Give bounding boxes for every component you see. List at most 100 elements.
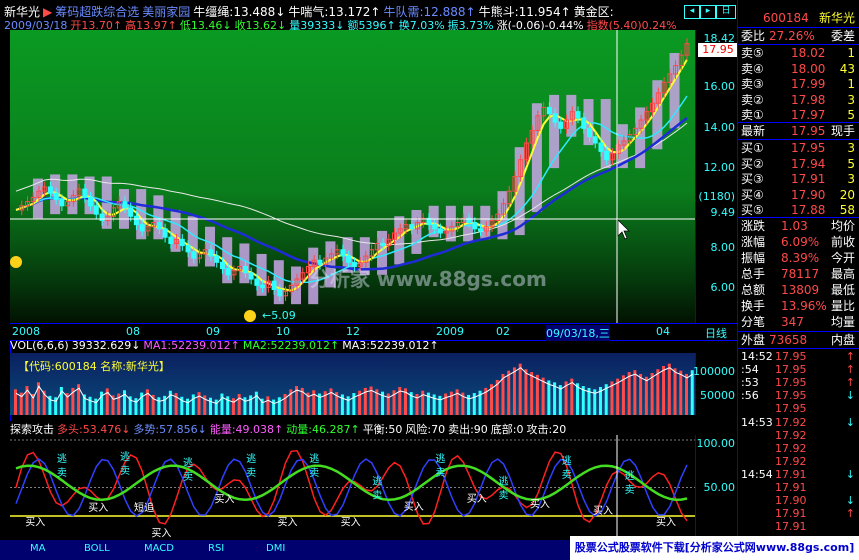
chart-info-bar: 新华光 ▶ 筹码超跌综合选 美丽家园 牛缰绳:13.488↓ 牛喘气:13.172↑ 牛队需… (0, 0, 737, 32)
stat-row: 总额 13809 最低 (741, 282, 857, 298)
candle-body (478, 228, 484, 232)
ma-line-yellow (15, 59, 688, 292)
candle-body (99, 213, 105, 221)
chart-watermark: 分析家 www.88gs.com (310, 267, 547, 291)
bid-level-label: 买② (741, 156, 764, 171)
stat-value: 78117 (781, 267, 820, 281)
volume-bar (237, 394, 241, 415)
sell-signal: 卖 (372, 489, 382, 501)
tab-ma[interactable]: MA (30, 543, 45, 554)
stat-label: 总额 (741, 283, 766, 297)
stat-label: 振幅 (741, 251, 766, 265)
ask-level-label: 卖③ (741, 77, 764, 91)
volume-header-item: MA1:52239.012↑ (143, 339, 240, 352)
crosshair-price: 9.49 (710, 206, 736, 219)
stat-right-label: 最高 (830, 267, 855, 281)
date-tick: 12 (346, 325, 360, 338)
volume-bar (438, 395, 442, 415)
candle-body (587, 127, 593, 138)
tick-trade-row: 17.91 (741, 519, 857, 534)
scroll-left-icon[interactable]: ◂ (684, 5, 700, 19)
indicator-tick: 50.00 (703, 481, 736, 494)
ask-level-label: 卖⑤ (741, 46, 764, 60)
last-label: 最新 (741, 124, 766, 138)
stat-value: 1.03 (781, 219, 808, 233)
price-chart[interactable]: ←5.09 分析家 www.88gs.com (10, 30, 695, 323)
candle-body (214, 255, 220, 263)
candle-body (260, 284, 266, 288)
volume-bar (186, 398, 190, 415)
stock-name: 新华光 (818, 11, 855, 25)
stat-row: 分笔 347 均量 (741, 314, 857, 330)
volume-bar (346, 396, 350, 415)
tab-boll[interactable]: BOLL (84, 543, 110, 554)
tab-macd[interactable]: MACD (144, 543, 174, 554)
candle-body (139, 224, 145, 232)
escape-signal: 逃 (309, 452, 319, 465)
escape-signal: 逃 (625, 469, 635, 482)
stat-right-label: 均价 (830, 219, 855, 233)
candle-body (128, 207, 134, 217)
escape-signal: 逃 (562, 454, 572, 467)
buy-signal: 买入 (214, 494, 234, 506)
indicator-chart[interactable]: 买入逃卖买入逃卖买入逃卖买入逃卖买入逃卖买入逃卖买入逃卖买入逃卖买入逃卖买入逃卖… (10, 435, 695, 540)
candle-body (575, 111, 581, 119)
chip-block (187, 216, 198, 267)
last-price: 17.95 (791, 124, 826, 138)
candle-body (219, 261, 225, 270)
candle-body (558, 121, 564, 129)
candle-body (581, 117, 587, 129)
candle-body (168, 236, 174, 244)
ask-level: 卖② 17.98 3 (741, 92, 857, 108)
volume-bar (88, 396, 92, 415)
quote-panel: 600184 新华光 委比 27.26% 委差 卖⑤ 18.02 1 卖④ 18.00 4… (737, 0, 859, 536)
tab-rsi[interactable]: RSI (208, 543, 224, 554)
buy-signal: 买入 (88, 502, 108, 514)
scroll-right-icon[interactable]: ▸ (700, 5, 716, 19)
sell-signal: 卖 (562, 469, 572, 481)
candle-body (156, 222, 162, 230)
stat-right-label: 今开 (830, 251, 855, 265)
candle-body (162, 228, 168, 238)
ask-level-label: 卖② (741, 92, 764, 107)
price-tick: 16.00 (703, 80, 736, 93)
volume-bar (679, 370, 683, 415)
volume-bar (512, 367, 516, 415)
bid-level-price: 17.94 (791, 156, 826, 171)
sell-signal: 卖 (183, 471, 193, 483)
tab-dmi[interactable]: DMI (266, 543, 285, 554)
escape-signal: 逃 (246, 452, 256, 465)
volume-bar (208, 397, 212, 415)
volume-bar (249, 395, 253, 415)
candle-body (185, 245, 191, 253)
trade-price: 17.91 (775, 520, 807, 534)
bid-level-volume: 5 (847, 156, 855, 171)
date-tick: 08 (126, 325, 140, 338)
bid-level-label: 买⑤ (741, 203, 764, 217)
candle-body (191, 251, 197, 259)
candle-body (271, 280, 277, 291)
bid-level-volume: 20 (839, 187, 855, 202)
ask-level-volume: 5 (847, 108, 855, 122)
ask-level: 卖④ 18.00 43 (741, 61, 857, 77)
stat-right-label: 量比 (830, 299, 855, 313)
candle-body (552, 113, 558, 123)
volume-bar (644, 376, 648, 415)
stat-label: 分笔 (741, 315, 766, 329)
bid-level-volume: 3 (847, 172, 855, 186)
period-toggle-icon[interactable]: 日 (716, 5, 736, 19)
volume-tick: 100000 (693, 365, 735, 378)
indicator-header: 探索攻击 多头:53.476↓ 多势:57.856↓ 能量:49.038↑ 动量:46.… (10, 421, 737, 436)
ask-level-label: 卖④ (741, 61, 764, 76)
indicator-axis: 100.00 50.00 (695, 435, 738, 540)
candlestick-plot[interactable]: ←5.09 分析家 www.88gs.com (10, 30, 695, 323)
volume-bar (535, 374, 539, 415)
sell-signal: 卖 (498, 490, 508, 502)
order-diff-label: 委差 (830, 29, 855, 43)
escape-signal: 逃 (57, 452, 67, 465)
ask-level-price: 17.98 (791, 92, 826, 107)
volume-tick: 50000 (700, 389, 735, 402)
candle-body (208, 249, 214, 257)
volume-chart[interactable]: 【代码:600184 名称:新华光】 (10, 353, 695, 415)
stat-row: 涨幅 6.09% 前收 (741, 234, 857, 250)
